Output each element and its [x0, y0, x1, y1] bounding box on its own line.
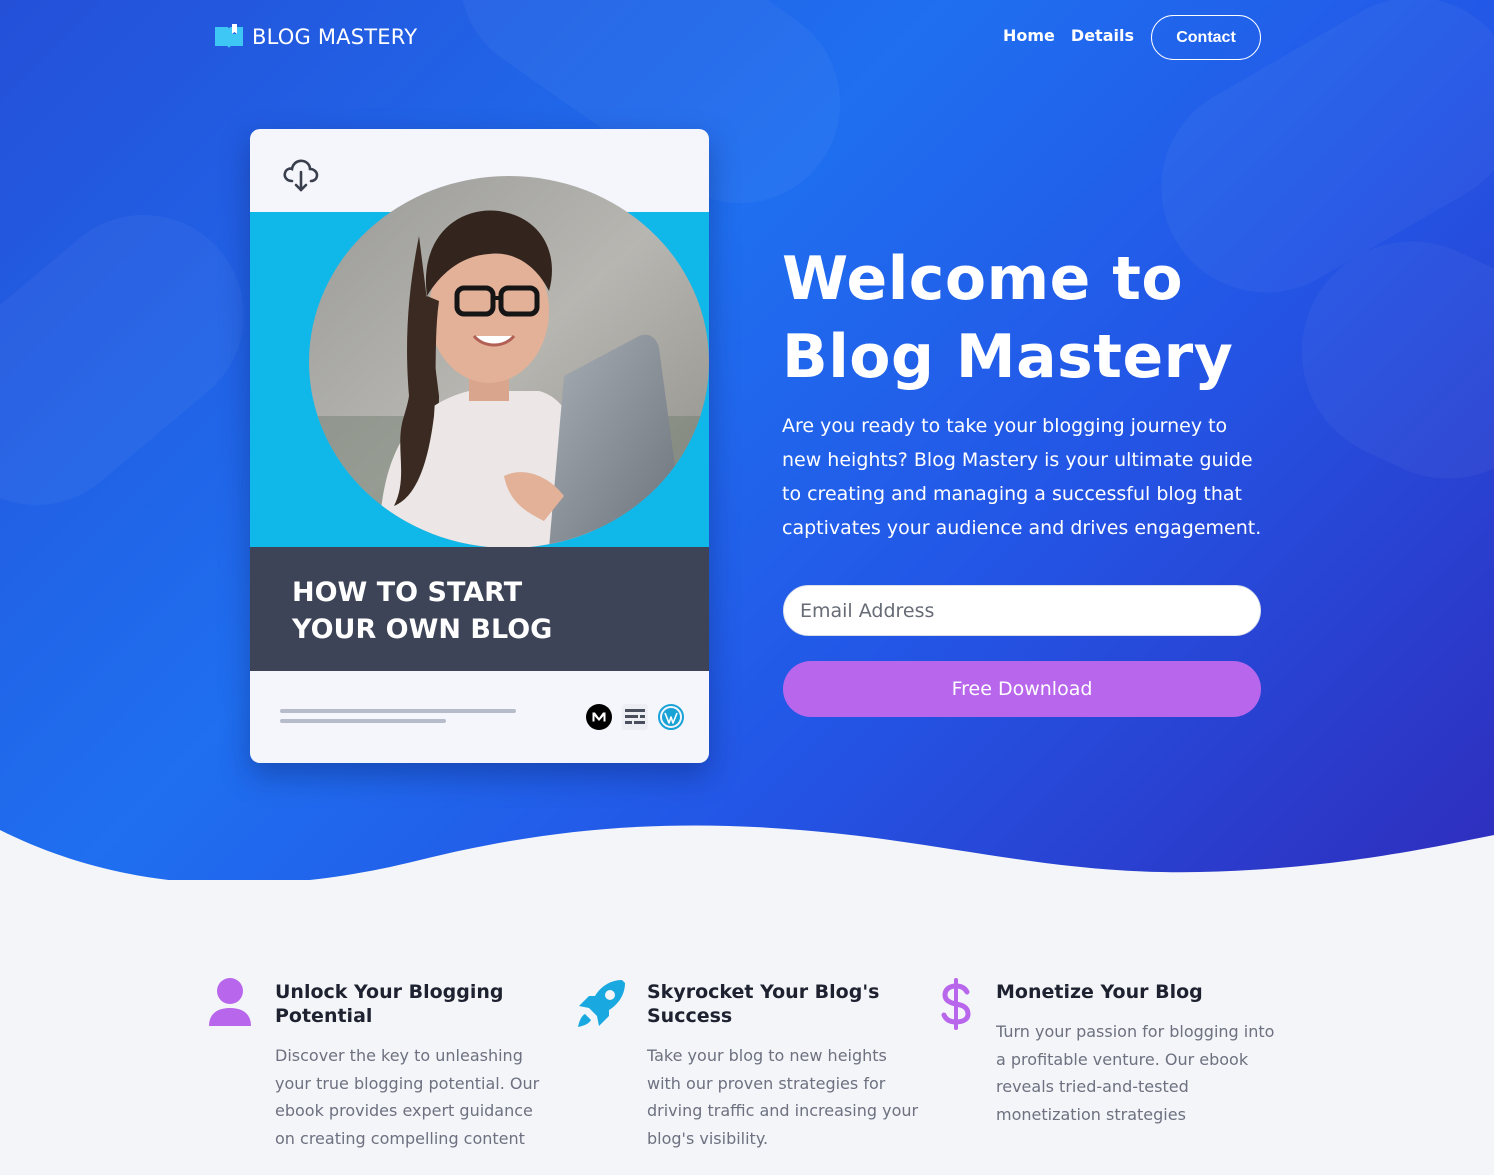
user-icon [209, 978, 251, 1026]
hero-title-line1: Welcome to [782, 244, 1184, 314]
platform-icons [586, 704, 684, 730]
cover-photo [309, 176, 709, 548]
medium-icon [586, 704, 612, 730]
feature-title: Skyrocket Your Blog's Success [647, 981, 880, 1027]
logo-text: BLOG MASTERY [252, 25, 418, 49]
book-logo-icon [215, 24, 243, 48]
rocket-icon [578, 980, 625, 1027]
dollar-icon [941, 978, 971, 1030]
feature-text: Take your blog to new heights with our p… [647, 1046, 919, 1148]
hero-title: Welcome to Blog Mastery [782, 240, 1302, 396]
free-download-button[interactable]: Free Download [783, 661, 1261, 717]
hero-section [0, 0, 1494, 880]
hero-title-line2: Blog Mastery [782, 322, 1234, 392]
wordpress-icon [658, 704, 684, 730]
feature-text: Discover the key to unleashing your true… [275, 1046, 540, 1148]
hero-decor-shape [0, 174, 285, 546]
ebook-cover: HOW TO START YOUR OWN BLOG [250, 129, 709, 763]
ebook-title-line1: HOW TO START [292, 577, 523, 608]
cloud-download-icon [283, 159, 319, 192]
ebook-title: HOW TO START YOUR OWN BLOG [292, 574, 592, 648]
ebook-title-line2: YOUR OWN BLOG [292, 614, 553, 645]
nav-home-link[interactable]: Home [1003, 26, 1055, 45]
substack-icon [622, 704, 648, 730]
nav-details-link[interactable]: Details [1071, 26, 1134, 45]
cover-placeholder-line [280, 719, 446, 723]
email-field[interactable] [783, 585, 1261, 636]
contact-button[interactable]: Contact [1151, 15, 1261, 60]
cover-title-band: HOW TO START YOUR OWN BLOG [250, 547, 709, 671]
feature-title: Unlock Your Blogging Potential [275, 981, 504, 1027]
logo[interactable]: BLOG MASTERY [214, 24, 417, 50]
main-nav: Home Details [1003, 26, 1134, 45]
feature-text: Turn your passion for blogging into a pr… [996, 1022, 1275, 1124]
hero-wave [0, 825, 1494, 880]
cover-placeholder-line [280, 709, 516, 713]
feature-title: Monetize Your Blog [996, 981, 1203, 1003]
hero-description: Are you ready to take your blogging jour… [782, 415, 1262, 539]
